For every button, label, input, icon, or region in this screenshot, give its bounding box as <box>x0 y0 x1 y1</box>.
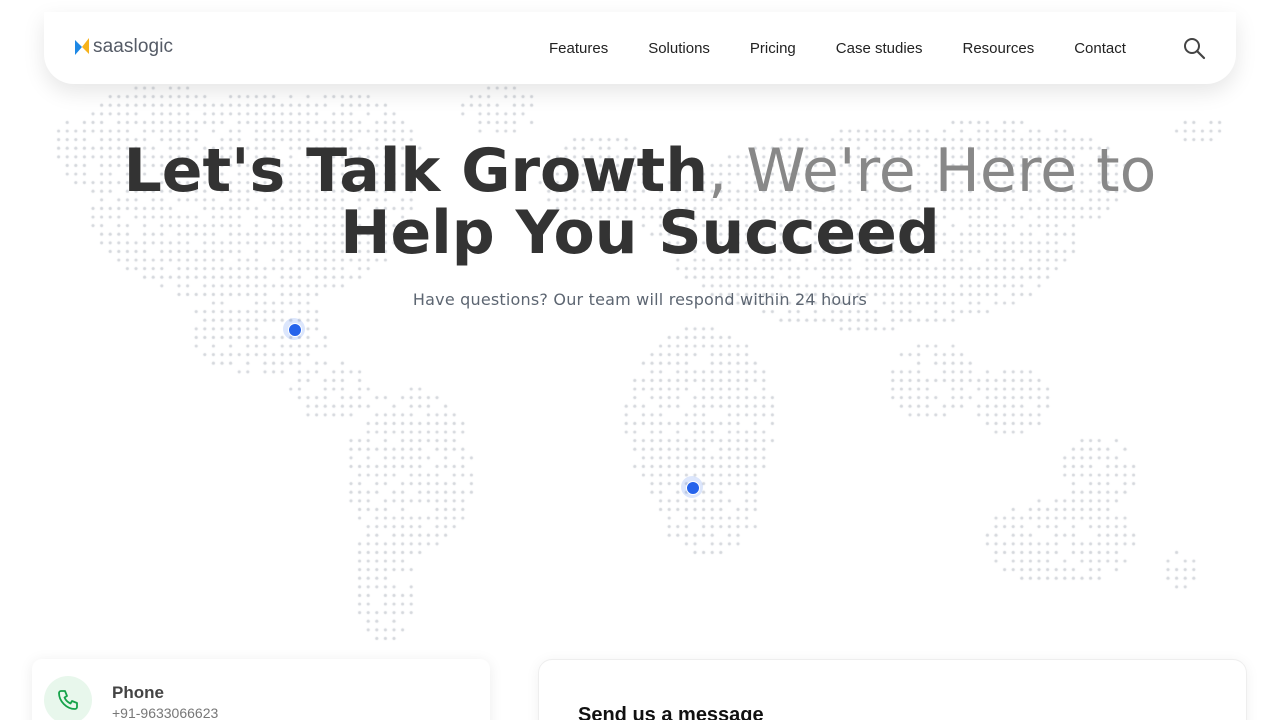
headline-bold-part: Let's Talk Growth <box>123 136 709 206</box>
nav-item-features[interactable]: Features <box>549 40 608 57</box>
phone-icon-badge <box>44 676 92 720</box>
page-title: Let's Talk Growth, We're Here to Help Yo… <box>0 140 1280 264</box>
logo-mark-icon <box>75 38 89 55</box>
nav-item-resources[interactable]: Resources <box>963 40 1035 57</box>
message-form-title: Send us a message <box>578 704 764 720</box>
main-nav: Features Solutions Pricing Case studies … <box>549 12 1126 84</box>
hero-subtitle: Have questions? Our team will respond wi… <box>412 290 868 309</box>
headline-light-part: , We're Here to <box>708 136 1157 206</box>
search-button[interactable] <box>1182 36 1206 60</box>
hero-section: Let's Talk Growth, We're Here to Help Yo… <box>0 140 1280 309</box>
headline-second-line: Help You Succeed <box>340 198 940 268</box>
world-map-background <box>0 0 1280 720</box>
phone-icon <box>58 690 78 710</box>
top-navigation-bar: saaslogic Features Solutions Pricing Cas… <box>44 12 1236 84</box>
brand-name: saaslogic <box>93 36 174 57</box>
nav-item-case-studies[interactable]: Case studies <box>836 40 923 57</box>
search-icon <box>1184 38 1206 60</box>
nav-item-solutions[interactable]: Solutions <box>648 40 710 57</box>
message-form-card: Send us a message <box>538 659 1247 720</box>
brand-logo[interactable]: saaslogic <box>74 36 173 58</box>
phone-number[interactable]: +91-9633066623 <box>112 705 218 720</box>
phone-contact-card[interactable]: Phone +91-9633066623 <box>32 659 490 720</box>
nav-item-contact[interactable]: Contact <box>1074 40 1126 57</box>
map-location-marker <box>681 476 703 498</box>
map-location-marker <box>283 318 305 340</box>
nav-item-pricing[interactable]: Pricing <box>750 40 796 57</box>
phone-label: Phone <box>112 683 164 702</box>
